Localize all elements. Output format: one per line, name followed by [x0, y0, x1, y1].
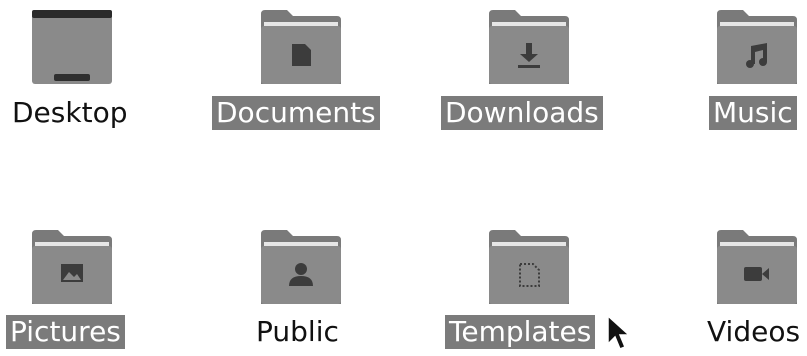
mouse-pointer-icon: [606, 314, 631, 352]
label-videos[interactable]: Videos: [703, 315, 804, 349]
public-folder-icon[interactable]: [261, 230, 341, 306]
downloads-folder-icon[interactable]: [489, 10, 569, 86]
label-documents[interactable]: Documents: [212, 96, 380, 130]
label-downloads[interactable]: Downloads: [441, 96, 603, 130]
desktop-icon[interactable]: [32, 10, 112, 86]
label-public[interactable]: Public: [252, 315, 343, 349]
music-folder-icon[interactable]: [717, 10, 797, 86]
videos-folder-icon[interactable]: [717, 230, 797, 306]
label-pictures[interactable]: Pictures: [6, 315, 125, 349]
label-templates[interactable]: Templates: [445, 315, 596, 349]
label-desktop[interactable]: Desktop: [8, 96, 131, 130]
templates-folder-icon[interactable]: [489, 230, 569, 306]
label-music[interactable]: Music: [709, 96, 797, 130]
pictures-folder-icon[interactable]: [32, 230, 112, 306]
documents-folder-icon[interactable]: [261, 10, 341, 86]
